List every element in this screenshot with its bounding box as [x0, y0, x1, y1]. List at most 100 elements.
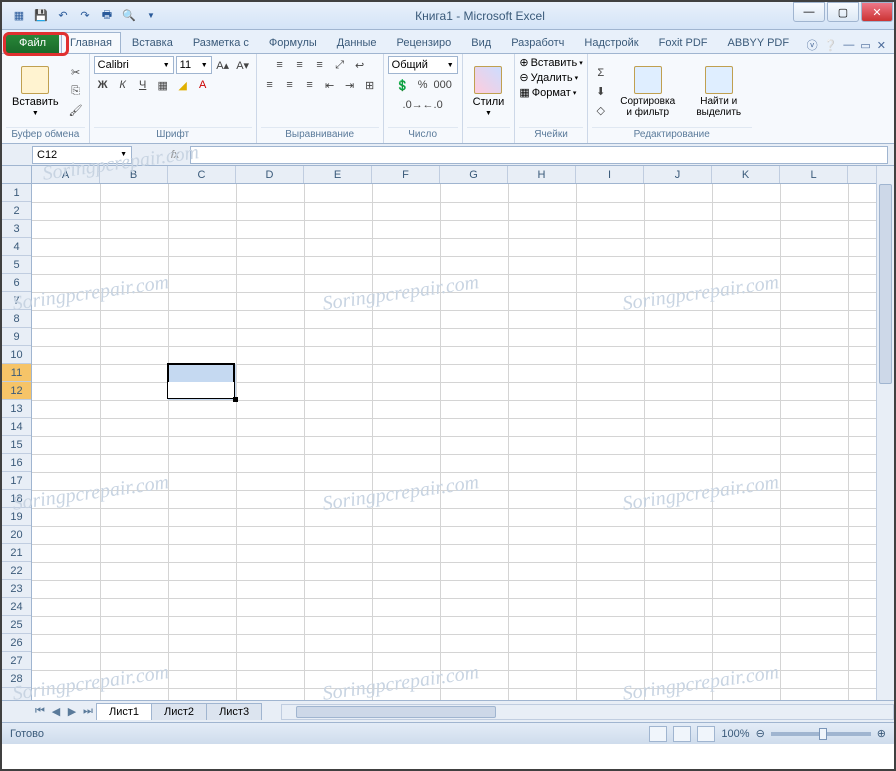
- find-select-button[interactable]: Найти и выделить: [686, 64, 752, 120]
- row-header[interactable]: 13: [2, 400, 31, 418]
- help-icon[interactable]: ❔: [824, 39, 838, 52]
- row-header[interactable]: 27: [2, 652, 31, 670]
- row-header[interactable]: 26: [2, 634, 31, 652]
- align-center-icon[interactable]: ≡: [281, 76, 299, 94]
- align-middle-icon[interactable]: ≡: [291, 56, 309, 74]
- tab-home[interactable]: Главная: [61, 32, 121, 53]
- format-painter-icon[interactable]: 🖌: [67, 102, 85, 120]
- preview-icon[interactable]: 🔍: [120, 7, 138, 25]
- column-header[interactable]: B: [100, 166, 168, 183]
- row-header[interactable]: 5: [2, 256, 31, 274]
- row-header[interactable]: 16: [2, 454, 31, 472]
- row-header[interactable]: 9: [2, 328, 31, 346]
- page-break-view-button[interactable]: [697, 726, 715, 742]
- decrease-decimal-icon[interactable]: ←.0: [424, 96, 442, 114]
- zoom-in-button[interactable]: ⊕: [877, 727, 886, 740]
- wrap-text-icon[interactable]: ↩: [351, 56, 369, 74]
- select-all-corner[interactable]: [2, 166, 32, 184]
- zoom-level[interactable]: 100%: [721, 728, 749, 740]
- tab-insert[interactable]: Вставка: [123, 32, 182, 53]
- print-icon[interactable]: 🖶: [98, 7, 116, 25]
- comma-icon[interactable]: 000: [434, 76, 452, 94]
- row-header[interactable]: 4: [2, 238, 31, 256]
- minimize-button[interactable]: —: [793, 2, 825, 22]
- row-header[interactable]: 19: [2, 508, 31, 526]
- row-header[interactable]: 2: [2, 202, 31, 220]
- border-button[interactable]: ▦: [154, 76, 172, 94]
- align-right-icon[interactable]: ≡: [301, 76, 319, 94]
- merge-cells-icon[interactable]: ⊞: [361, 76, 379, 94]
- formula-input[interactable]: [190, 146, 888, 164]
- minimize-ribbon-icon[interactable]: ⓥ: [807, 37, 818, 53]
- column-header[interactable]: E: [304, 166, 372, 183]
- row-header[interactable]: 1: [2, 184, 31, 202]
- cells-area[interactable]: [32, 184, 876, 700]
- row-header[interactable]: 22: [2, 562, 31, 580]
- row-header[interactable]: 12: [2, 382, 31, 400]
- scroll-thumb[interactable]: [879, 184, 892, 384]
- bold-button[interactable]: Ж: [94, 76, 112, 94]
- column-header[interactable]: G: [440, 166, 508, 183]
- row-header[interactable]: 21: [2, 544, 31, 562]
- row-header[interactable]: 6: [2, 274, 31, 292]
- increase-indent-icon[interactable]: ⇥: [341, 76, 359, 94]
- doc-minimize-icon[interactable]: —: [843, 39, 854, 51]
- save-icon[interactable]: 💾: [32, 7, 50, 25]
- format-cells-button[interactable]: ▦Формат▾: [519, 86, 576, 99]
- tab-nav-last-icon[interactable]: ⏭: [80, 704, 96, 720]
- autosum-icon[interactable]: Σ: [592, 64, 610, 82]
- page-layout-view-button[interactable]: [673, 726, 691, 742]
- tab-foxit[interactable]: Foxit PDF: [650, 32, 717, 53]
- decrease-indent-icon[interactable]: ⇤: [321, 76, 339, 94]
- fill-color-button[interactable]: ◢: [174, 76, 192, 94]
- row-header[interactable]: 15: [2, 436, 31, 454]
- tab-nav-first-icon[interactable]: ⏮: [32, 704, 48, 720]
- column-header[interactable]: J: [644, 166, 712, 183]
- undo-icon[interactable]: ↶: [54, 7, 72, 25]
- increase-font-icon[interactable]: A▴: [214, 56, 232, 74]
- cut-icon[interactable]: ✂: [67, 64, 85, 82]
- row-header[interactable]: 10: [2, 346, 31, 364]
- close-button[interactable]: ✕: [861, 2, 893, 22]
- italic-button[interactable]: К: [114, 76, 132, 94]
- number-format-select[interactable]: Общий▼: [388, 56, 458, 74]
- fill-handle[interactable]: [233, 397, 238, 402]
- currency-icon[interactable]: 💲: [394, 76, 412, 94]
- tab-data[interactable]: Данные: [328, 32, 386, 53]
- paste-button[interactable]: Вставить ▼: [6, 64, 65, 119]
- row-header[interactable]: 20: [2, 526, 31, 544]
- zoom-thumb[interactable]: [819, 728, 827, 740]
- normal-view-button[interactable]: [649, 726, 667, 742]
- active-cell[interactable]: [168, 382, 234, 398]
- row-header[interactable]: 7: [2, 292, 31, 310]
- decrease-font-icon[interactable]: A▾: [234, 56, 252, 74]
- maximize-button[interactable]: ▢: [827, 2, 859, 22]
- tab-developer[interactable]: Разработч: [502, 32, 573, 53]
- doc-restore-icon[interactable]: ▭: [860, 39, 870, 52]
- column-header[interactable]: L: [780, 166, 848, 183]
- row-header[interactable]: 8: [2, 310, 31, 328]
- row-header[interactable]: 24: [2, 598, 31, 616]
- tab-layout[interactable]: Разметка с: [184, 32, 258, 53]
- column-header[interactable]: H: [508, 166, 576, 183]
- styles-button[interactable]: Стили ▼: [467, 64, 511, 119]
- row-header[interactable]: 11: [2, 364, 31, 382]
- tab-review[interactable]: Рецензиро: [388, 32, 461, 53]
- horizontal-scrollbar[interactable]: [281, 704, 894, 720]
- orientation-icon[interactable]: ⤢: [331, 56, 349, 74]
- align-top-icon[interactable]: ≡: [271, 56, 289, 74]
- column-header[interactable]: D: [236, 166, 304, 183]
- fx-icon[interactable]: fx: [166, 149, 184, 161]
- align-bottom-icon[interactable]: ≡: [311, 56, 329, 74]
- underline-button[interactable]: Ч: [134, 76, 152, 94]
- name-box[interactable]: C12▼: [32, 146, 132, 164]
- column-header[interactable]: F: [372, 166, 440, 183]
- row-header[interactable]: 17: [2, 472, 31, 490]
- tab-addins[interactable]: Надстройк: [575, 32, 647, 53]
- column-header[interactable]: I: [576, 166, 644, 183]
- row-header[interactable]: 25: [2, 616, 31, 634]
- font-color-button[interactable]: A: [194, 76, 212, 94]
- row-header[interactable]: 3: [2, 220, 31, 238]
- vertical-scrollbar[interactable]: [876, 166, 894, 700]
- align-left-icon[interactable]: ≡: [261, 76, 279, 94]
